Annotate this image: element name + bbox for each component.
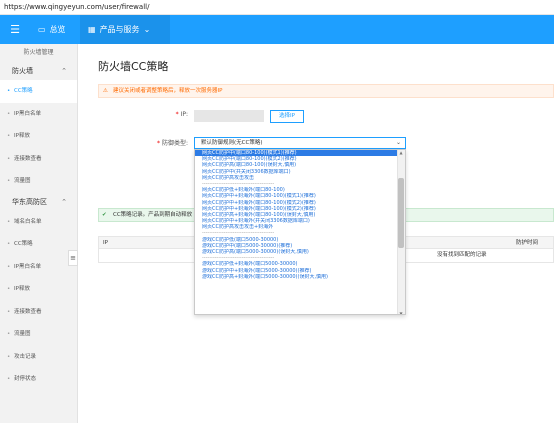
grid-icon: ▦ [88, 25, 96, 34]
ip-value-field [194, 110, 264, 122]
scroll-down-icon[interactable]: ▼ [398, 311, 404, 314]
page-title: 防火墙CC策略 [98, 60, 169, 73]
sidebar-item-ip-list-2[interactable]: IP黑白名单 [0, 256, 77, 279]
sidebar-item-traffic-2[interactable]: 流量图 [0, 323, 77, 346]
col-ip: IP [103, 240, 108, 246]
dropdown-option[interactable]: 游戏CC防护高+封海外(端口5000-30000)(误封大,慎用) [202, 274, 395, 280]
col-time: 防护时间 [516, 240, 539, 246]
sidebar-title: 防火墙管理 [23, 49, 54, 56]
monitor-icon: ▭ [38, 25, 46, 34]
defense-type-dropdown[interactable]: 网页CC防护中(端口80-100)(模式1)(推荐) 网页CC防护中(端口80-1… [194, 149, 406, 315]
warning-alert: ⚠ 建议关闭或者调整策略后，释放一次服务器IP [98, 84, 554, 98]
sidebar-group-label: 华东高防区 [12, 197, 47, 206]
sidebar-item-attack-log[interactable]: 攻击记录 [0, 346, 77, 369]
defense-type-label: * 防御类型: [157, 140, 188, 147]
dropdown-options: 网页CC防护中(端口80-100)(模式1)(推荐) 网页CC防护中(端口80-1… [195, 150, 402, 314]
check-circle-icon: ✔ [102, 212, 107, 218]
sidebar-item-ban-status[interactable]: 封停状态 [0, 368, 77, 391]
sidebar-item-ip-release[interactable]: IP释放 [0, 125, 77, 148]
sidebar-item-cc-policy[interactable]: CC策略 [0, 80, 77, 103]
chevron-up-icon: ⌃ [61, 67, 67, 75]
sidebar-group-firewall[interactable]: 防火墙 ⌃ [0, 62, 77, 80]
empty-message: 没有找到匹配的记录 [437, 252, 487, 258]
chevron-up-icon: ⌃ [61, 197, 67, 206]
sidebar-item-connections[interactable]: 连接数查看 [0, 148, 77, 171]
sidebar-group-east-china[interactable]: 华东高防区 ⌃ [0, 193, 77, 211]
top-navbar: ☰ ▭ 总览 ▦ 产品与服务 ⌄ [0, 15, 554, 44]
defense-type-select[interactable]: 默认防御规则(无CC策略) ⌄ [194, 137, 406, 149]
sidebar-item-ip-list[interactable]: IP黑白名单 [0, 103, 77, 126]
chevron-down-icon: ⌄ [143, 25, 151, 34]
sidebar-item-cc-policy-2[interactable]: CC策略 [0, 233, 77, 256]
menu-icon[interactable]: ☰ [0, 15, 30, 44]
dropdown-scrollbar[interactable]: ▲ ▼ [397, 150, 405, 314]
nav-home[interactable]: ▭ 总览 [38, 15, 78, 44]
sidebar: 防火墙管理 防火墙 ⌃ CC策略 IP黑白名单 IP释放 连接数查看 流量图 华… [0, 44, 78, 423]
sidebar-item-ip-release-2[interactable]: IP释放 [0, 278, 77, 301]
sidebar-item-domain-whitelist[interactable]: 域名白名单 [0, 211, 77, 234]
sidebar-group-label: 防火墙 [12, 67, 33, 75]
sidebar-item-connections-2[interactable]: 连接数查看 [0, 301, 77, 324]
scroll-thumb[interactable] [398, 178, 404, 248]
nav-products[interactable]: ▦ 产品与服务 ⌄ [80, 15, 170, 44]
url-text: https://www.qingyeyun.com/user/firewall/ [4, 3, 150, 11]
address-bar[interactable]: https://www.qingyeyun.com/user/firewall/ [0, 0, 554, 15]
sidebar-item-traffic[interactable]: 流量图 [0, 170, 77, 193]
warning-icon: ⚠ [103, 88, 108, 94]
nav-home-label: 总览 [49, 25, 66, 34]
nav-products-label: 产品与服务 [99, 25, 140, 34]
warning-text: 建议关闭或者调整策略后，释放一次服务器IP [113, 88, 223, 94]
ip-label: * IP: [175, 111, 188, 118]
chevron-down-icon: ⌄ [395, 139, 401, 146]
scroll-up-icon[interactable]: ▲ [398, 150, 404, 155]
sidebar-collapse-handle[interactable]: ≡ [68, 250, 78, 266]
success-text: CC策略记录。产品到期自动释放 [113, 212, 193, 218]
defense-type-value: 默认防御规则(无CC策略) [201, 140, 263, 146]
select-ip-button[interactable]: 选择IP [270, 110, 304, 123]
